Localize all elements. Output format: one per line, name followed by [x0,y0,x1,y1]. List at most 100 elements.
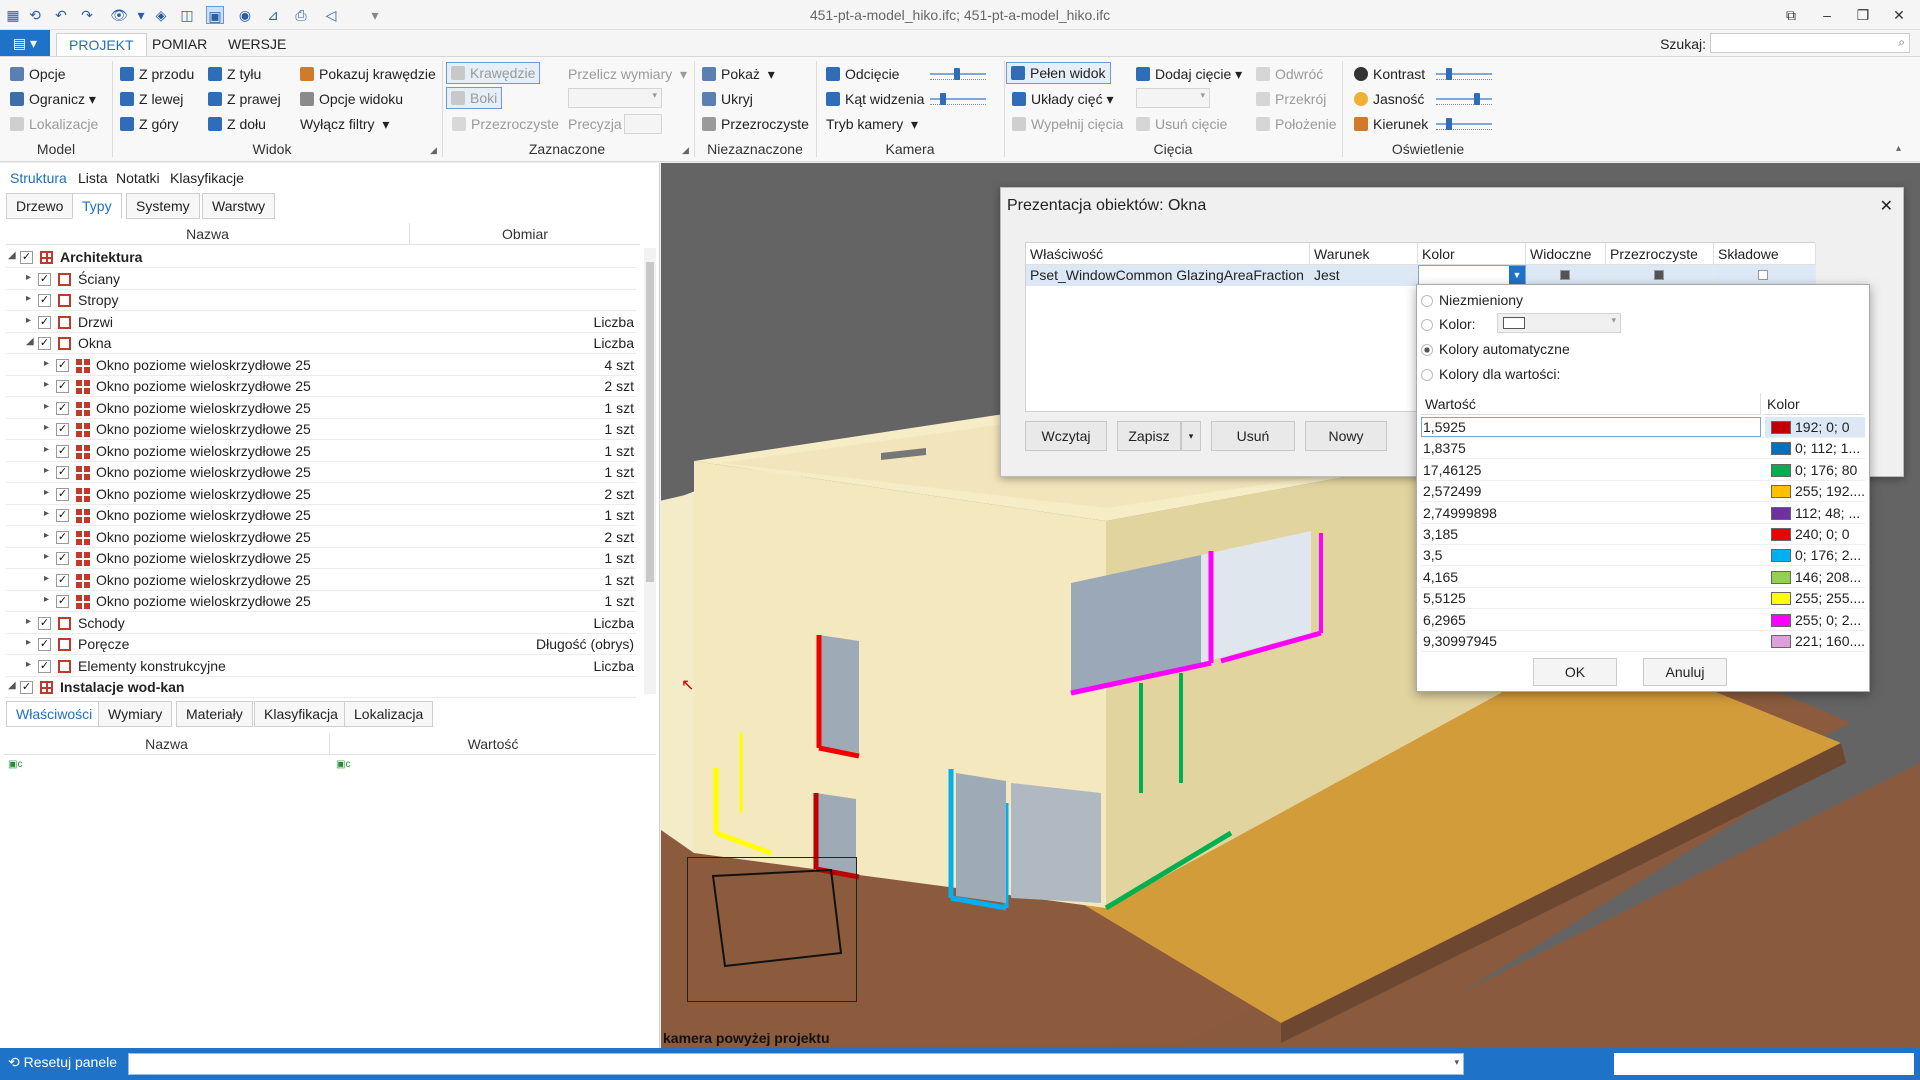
krawedzie-toggle[interactable]: Krawędzie [446,62,541,84]
column-header-kolor[interactable]: Kolor [1418,243,1526,265]
color-swatch[interactable] [1771,635,1791,648]
tab-systemy[interactable]: Systemy [126,193,200,219]
ciecia-combo[interactable]: ▾ [1136,88,1210,108]
odwroc-button[interactable]: Odwróć [1256,64,1323,84]
ukryj-button[interactable]: Ukryj [702,89,753,109]
pokaz-button[interactable]: Pokaż ▾ [702,64,775,84]
visibility-checkbox[interactable]: ✓ [56,423,69,436]
value-color-row[interactable]: 9,30997945 221; 160.... [1421,631,1865,652]
visibility-checkbox[interactable]: ✓ [20,681,33,694]
dialog-launcher-icon[interactable]: ◢ [430,145,437,156]
restore-layout-icon[interactable]: ⧉ [1778,5,1804,25]
collapsed-arrow-icon[interactable]: ▸ [26,315,31,326]
tab-notatki[interactable]: Notatki [116,170,160,186]
visibility-checkbox[interactable]: ✓ [20,251,33,264]
przekroj-button[interactable]: Przekrój [1256,89,1326,109]
tab-lokalizacja[interactable]: Lokalizacja [344,701,434,727]
visibility-checkbox[interactable]: ✓ [56,444,69,458]
kierunek-button[interactable]: Kierunek [1354,114,1428,134]
visibility-checkbox[interactable]: ✓ [56,552,69,565]
tree-item-window-type[interactable]: ▸ ✓ Okno poziome wieloskrzydłowe 25 2 szt [6,527,636,548]
color-swatch[interactable] [1771,506,1791,520]
visibility-checkbox[interactable]: ✓ [56,595,69,608]
new-button[interactable]: Nowy [1305,421,1387,451]
column-header-wlasciwosc[interactable]: Właściwość [1026,243,1310,265]
collapsed-arrow-icon[interactable]: ▸ [26,659,31,670]
value-color-row[interactable]: 3,5 0; 176; 2... [1421,545,1865,567]
value-color-row[interactable]: 5,5125 255; 255.... [1421,588,1865,610]
visibility-checkbox[interactable]: ✓ [56,380,69,393]
expanded-arrow-icon[interactable]: ◢ [26,336,34,347]
collapsed-arrow-icon[interactable]: ▸ [44,401,49,412]
visibility-checkbox[interactable]: ✓ [38,272,51,286]
kontrast-button[interactable]: Kontrast [1354,64,1425,84]
opcje-widoku-button[interactable]: Opcje widoku [300,89,403,109]
rule-condition-cell[interactable]: Jest [1310,265,1418,286]
collapsed-arrow-icon[interactable]: ▸ [44,508,49,519]
tab-struktura[interactable]: Struktura [10,170,67,186]
tree-item-category[interactable]: ◢ ✓ Okna Liczba [6,333,636,354]
value-color-row[interactable]: 2,74999898 112; 48; ... [1421,503,1865,524]
status-combo[interactable]: ▾ [128,1053,1464,1075]
visibility-checkbox[interactable]: ✓ [56,466,69,479]
option-auto-colors-radio[interactable]: Kolory automatyczne [1421,341,1570,357]
tree-item-window-type[interactable]: ▸ ✓ Okno poziome wieloskrzydłowe 25 1 szt [6,505,636,526]
uklady-ciec-button[interactable]: Układy cięć ▾ [1012,89,1114,109]
cancel-button[interactable]: Anuluj [1643,658,1727,686]
close-icon[interactable]: ✕ [1880,196,1893,216]
navigation-minimap[interactable] [687,857,857,1002]
tab-wymiary[interactable]: Wymiary [98,701,173,727]
app-menu-button[interactable]: ▤ ▾ [0,30,50,56]
przezroczyste-selected-button[interactable]: Przezroczyste [452,114,559,134]
save-button[interactable]: Zapisz [1117,421,1181,451]
collapsed-arrow-icon[interactable]: ▸ [44,573,49,584]
filter-row-icon[interactable]: ▣c [336,759,350,770]
kat-widzenia-slider[interactable] [930,93,986,105]
column-header-nazwa[interactable]: Nazwa [6,223,410,245]
tree-item-category[interactable]: ▸ ✓ Poręcze Długość (obrys) [6,634,636,655]
tree-scrollbar[interactable] [644,248,656,694]
transparent-checkbox-cell[interactable] [1606,265,1714,286]
save-dropdown-icon[interactable]: ▾ [1181,421,1201,451]
tree-item-category[interactable]: ▸ ✓ Schody Liczba [6,613,636,634]
pelen-widok-button[interactable]: Pełen widok [1006,62,1111,84]
search-input[interactable]: ⌕ [1710,33,1910,53]
opcje-button[interactable]: Opcje [10,64,66,84]
visibility-checkbox[interactable]: ✓ [56,401,69,415]
kat-widzenia-button[interactable]: Kąt widzenia [826,89,924,109]
wylacz-filtry-button[interactable]: Wyłącz filtry ▾ [300,114,389,134]
column-header-widoczne[interactable]: Widoczne [1526,243,1606,265]
column-header-skladowe[interactable]: Składowe [1714,243,1816,265]
option-color-radio[interactable]: Kolor: [1421,316,1476,332]
tab-lista[interactable]: Lista [78,170,108,186]
color-swatch[interactable] [1771,613,1791,627]
tree-item-category[interactable]: ▸ ✓ Elementy konstrukcyjne Liczba [6,656,636,677]
lokalizacje-button[interactable]: Lokalizacje [10,114,98,134]
ok-button[interactable]: OK [1533,658,1617,686]
usun-ciecie-button[interactable]: Usuń cięcie [1136,114,1227,134]
pokazuj-krawedzie-button[interactable]: Pokazuj krawędzie [300,64,436,84]
kontrast-slider[interactable] [1436,68,1492,80]
collapsed-arrow-icon[interactable]: ▸ [44,551,49,562]
tryb-kamery-button[interactable]: Tryb kamery ▾ [826,114,918,134]
column-header-wartosc[interactable]: Wartość [1421,393,1761,415]
value-color-row[interactable]: 3,185 240; 0; 0 [1421,524,1865,545]
tab-drzewo[interactable]: Drzewo [6,193,74,219]
value-color-row[interactable]: 1,8375 0; 112; 1... [1421,438,1865,460]
dialog-launcher-icon[interactable]: ◢ [682,145,689,156]
rule-property-cell[interactable]: Pset_WindowCommon GlazingAreaFraction [1026,265,1310,286]
value-color-row[interactable]: 2,572499 255; 192.... [1421,481,1865,503]
tree-item-window-type[interactable]: ▸ ✓ Okno poziome wieloskrzydłowe 25 2 szt [6,484,636,505]
tree-item-window-type[interactable]: ▸ ✓ Okno poziome wieloskrzydłowe 25 4 szt [6,355,636,376]
option-unchanged-radio[interactable]: Niezmieniony [1421,292,1523,308]
reset-panels-button[interactable]: ⟲ Resetuj panele [8,1054,117,1071]
tab-klasyfikacja[interactable]: Klasyfikacja [254,701,348,727]
przezroczyste-unselected-button[interactable]: Przezroczyste [702,114,809,134]
tab-typy[interactable]: Typy [72,193,122,219]
przelicz-wymiary-button[interactable]: Przelicz wymiary ▾ [568,64,687,84]
close-button[interactable]: ✕ [1886,5,1912,25]
minimize-button[interactable]: – [1814,5,1840,25]
expanded-arrow-icon[interactable]: ◢ [8,680,16,691]
components-checkbox-cell[interactable] [1714,265,1816,286]
visibility-checkbox[interactable]: ✓ [56,509,69,522]
